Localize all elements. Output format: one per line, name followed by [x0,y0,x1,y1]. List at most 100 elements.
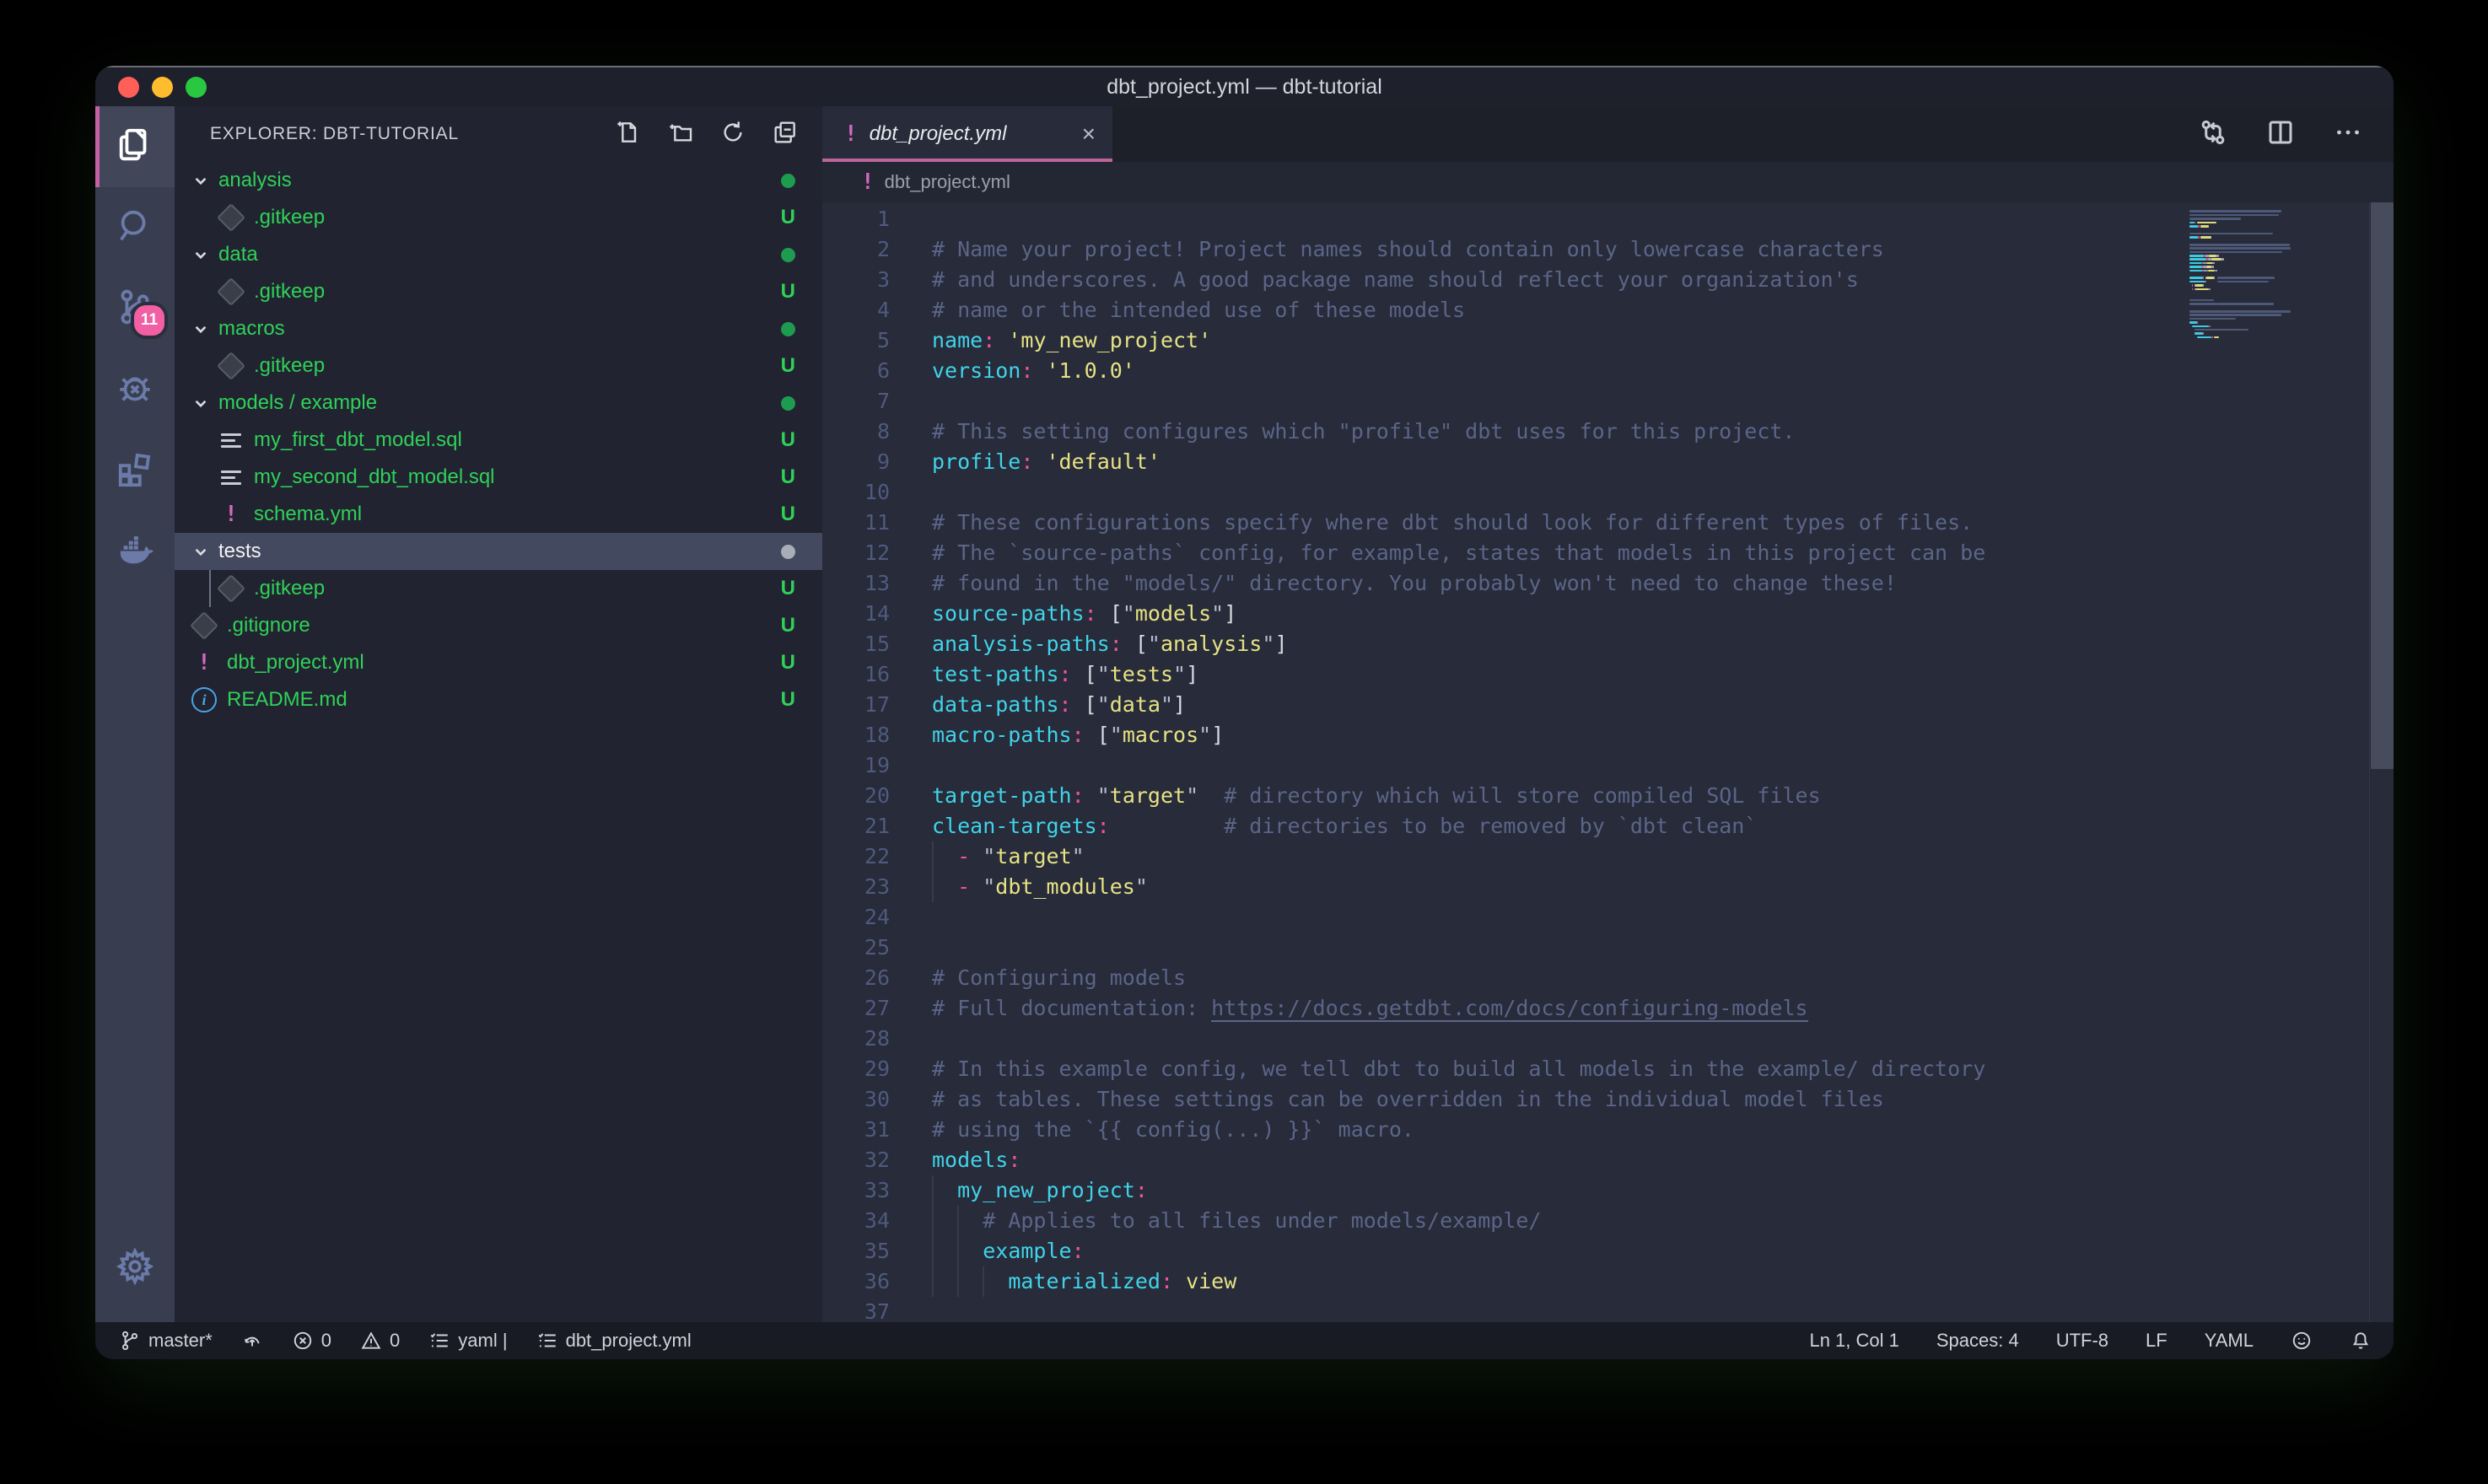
status-label: 0 [321,1330,331,1352]
code-line-7: 7 [822,386,2394,417]
status-label: 0 [390,1330,400,1352]
close-window-button[interactable] [118,77,139,98]
refresh-icon[interactable] [719,119,746,150]
tree-file--gitkeep[interactable]: .gitkeepU [175,570,822,607]
status-dbt-project-yml[interactable]: dbt_project.yml [536,1330,692,1352]
status-spaces-4[interactable]: Spaces: 4 [1936,1330,2019,1352]
code-line-31: 31# using the `{{ config(...) }}` macro. [822,1115,2394,1145]
zoom-window-button[interactable] [186,77,207,98]
tree-item-label: data [218,243,258,266]
status-label: UTF-8 [2056,1330,2108,1352]
docker-icon [116,530,154,573]
git-status-badge: U [781,614,795,637]
tree-file-readme-md[interactable]: iREADME.mdU [175,681,822,718]
tree-folder-tests[interactable]: tests [175,533,822,570]
gear-icon [116,1247,154,1290]
debug-activity-item[interactable] [95,349,175,430]
source-control-activity-item[interactable]: 11 [95,268,175,349]
yaml-warning-icon: ! [861,169,875,195]
code-line-28: 28 [822,1024,2394,1054]
scrollbar-thumb[interactable] [2371,202,2394,769]
tree-item-label: schema.yml [254,503,362,526]
code-line-19: 19 [822,750,2394,781]
status-bell[interactable] [2350,1330,2372,1352]
search-activity-item[interactable] [95,187,175,268]
new-folder-icon[interactable] [667,119,694,150]
status-lf[interactable]: LF [2146,1330,2168,1352]
tree-folder-analysis[interactable]: analysis [175,162,822,199]
docker-activity-item[interactable] [95,511,175,592]
tree-item-label: analysis [218,169,292,192]
error-icon [292,1330,314,1352]
git-status-badge: U [781,354,795,378]
code-line-20: 20target-path: "target" # directory whic… [822,781,2394,811]
breadcrumb[interactable]: ! dbt_project.yml [822,162,2394,202]
editor-actions [2198,106,2394,162]
tree-file--gitkeep[interactable]: .gitkeepU [175,273,822,310]
tree-item-label: README.md [227,688,347,712]
folder-modified-dot [781,545,795,559]
line-number: 6 [822,356,890,386]
code-line-17: 17data-paths: ["data"] [822,690,2394,720]
traffic-lights [95,67,207,106]
line-number: 10 [822,477,890,508]
tree-item-label: dbt_project.yml [227,651,364,675]
folder-modified-dot [781,248,795,262]
file-tree: analysis.gitkeepUdata.gitkeepUmacros.git… [175,162,822,1322]
tree-file--gitkeep[interactable]: .gitkeepU [175,347,822,384]
tab-close-icon[interactable]: × [1069,121,1096,148]
tree-folder-data[interactable]: data [175,236,822,273]
status-master[interactable]: master* [119,1330,213,1352]
checklist-icon [536,1330,558,1352]
files-activity-item[interactable] [95,106,175,187]
extensions-activity-item[interactable] [95,430,175,511]
status-smiley[interactable] [2291,1330,2313,1352]
status-sync[interactable] [241,1330,263,1352]
line-number: 22 [822,841,890,872]
breadcrumb-label: dbt_project.yml [885,171,1010,193]
code-line-14: 14source-paths: ["models"] [822,599,2394,629]
status-0[interactable]: 0 [292,1330,331,1352]
git-status-badge: U [781,688,795,712]
checklist-icon [428,1330,450,1352]
settings-gear-button[interactable] [95,1228,175,1309]
tree-folder-macros[interactable]: macros [175,310,822,347]
tree-file-dbt-project-yml[interactable]: !dbt_project.ymlU [175,644,822,681]
status-label: yaml | [458,1330,507,1352]
tab-dbt-project-yml[interactable]: ! dbt_project.yml × [822,106,1112,162]
code-line-2: 2# Name your project! Project names shou… [822,234,2394,265]
line-number: 9 [822,447,890,477]
line-number: 31 [822,1115,890,1145]
status-utf-8[interactable]: UTF-8 [2056,1330,2108,1352]
code-line-18: 18macro-paths: ["macros"] [822,720,2394,750]
code-editor[interactable]: 12# Name your project! Project names sho… [822,202,2394,1322]
open-changes-icon[interactable] [2198,117,2228,152]
tree-file-my-first-dbt-model-sql[interactable]: my_first_dbt_model.sqlU [175,422,822,459]
line-number: 5 [822,325,890,356]
status-yaml[interactable]: yaml | [428,1330,507,1352]
tree-file-my-second-dbt-model-sql[interactable]: my_second_dbt_model.sqlU [175,459,822,496]
code-line-26: 26# Configuring models [822,963,2394,993]
collapse-all-icon[interactable] [772,119,799,150]
line-number: 32 [822,1145,890,1175]
tree-folder-models-example[interactable]: models / example [175,384,822,422]
tree-file-schema-yml[interactable]: !schema.ymlU [175,496,822,533]
explorer-title: EXPLORER: DBT-TUTORIAL [210,124,459,144]
status-ln-1-col-1[interactable]: Ln 1, Col 1 [1809,1330,1898,1352]
status-0[interactable]: 0 [360,1330,400,1352]
title-bar: dbt_project.yml — dbt-tutorial [95,66,2394,106]
line-number: 23 [822,872,890,902]
chevron-down-icon [190,540,212,562]
minimap[interactable] [2189,206,2368,342]
more-actions-icon[interactable] [2333,117,2363,152]
line-number: 16 [822,659,890,690]
code-line-9: 9profile: 'default' [822,447,2394,477]
status-label: YAML [2205,1330,2254,1352]
split-editor-icon[interactable] [2265,117,2296,152]
new-file-icon[interactable] [615,119,642,150]
minimize-window-button[interactable] [152,77,173,98]
status-yaml[interactable]: YAML [2205,1330,2254,1352]
window-title: dbt_project.yml — dbt-tutorial [1107,75,1382,99]
tree-file--gitignore[interactable]: .gitignoreU [175,607,822,644]
tree-file--gitkeep[interactable]: .gitkeepU [175,199,822,236]
